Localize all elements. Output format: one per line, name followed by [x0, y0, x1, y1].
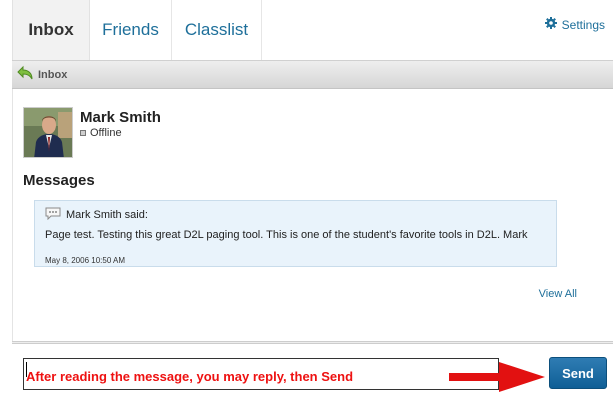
- message-timestamp: May 8, 2006 10:50 AM: [45, 256, 126, 265]
- speech-bubble-icon: [45, 207, 61, 223]
- divider: [12, 341, 613, 344]
- toolbar: Inbox: [12, 60, 613, 89]
- settings-label: Settings: [561, 17, 605, 32]
- contact-name[interactable]: Mark Smith: [80, 109, 161, 126]
- status-dot-icon: [80, 130, 86, 136]
- back-label: Inbox: [38, 68, 68, 81]
- gear-icon: [544, 17, 557, 32]
- message-author-label: Mark Smith said:: [66, 209, 148, 221]
- messages-heading: Messages: [23, 172, 95, 189]
- avatar: [23, 107, 73, 158]
- tab-classlist[interactable]: Classlist: [172, 0, 262, 60]
- text-caret: [26, 362, 27, 377]
- conversation-panel: Mark Smith Offline Messages Mark Smith s…: [12, 89, 613, 341]
- send-button[interactable]: Send: [549, 357, 607, 389]
- message-item: Mark Smith said: Page test. Testing this…: [34, 200, 557, 267]
- tab-inbox[interactable]: Inbox: [12, 0, 90, 60]
- red-arrow-icon: [449, 362, 545, 392]
- status-label: Offline: [90, 127, 122, 139]
- message-author: Mark Smith said:: [45, 207, 148, 223]
- contact-status: Offline: [80, 127, 122, 139]
- back-arrow-icon: [17, 65, 35, 84]
- settings-link[interactable]: Settings: [544, 17, 605, 32]
- back-to-inbox[interactable]: Inbox: [17, 65, 67, 84]
- tab-friends[interactable]: Friends: [90, 0, 172, 60]
- reply-input[interactable]: After reading the message, you may reply…: [23, 358, 499, 390]
- message-body: Page test. Testing this great D2L paging…: [45, 229, 528, 241]
- view-all-link[interactable]: View All: [539, 288, 577, 300]
- tab-bar: Inbox Friends Classlist Settings: [0, 0, 613, 60]
